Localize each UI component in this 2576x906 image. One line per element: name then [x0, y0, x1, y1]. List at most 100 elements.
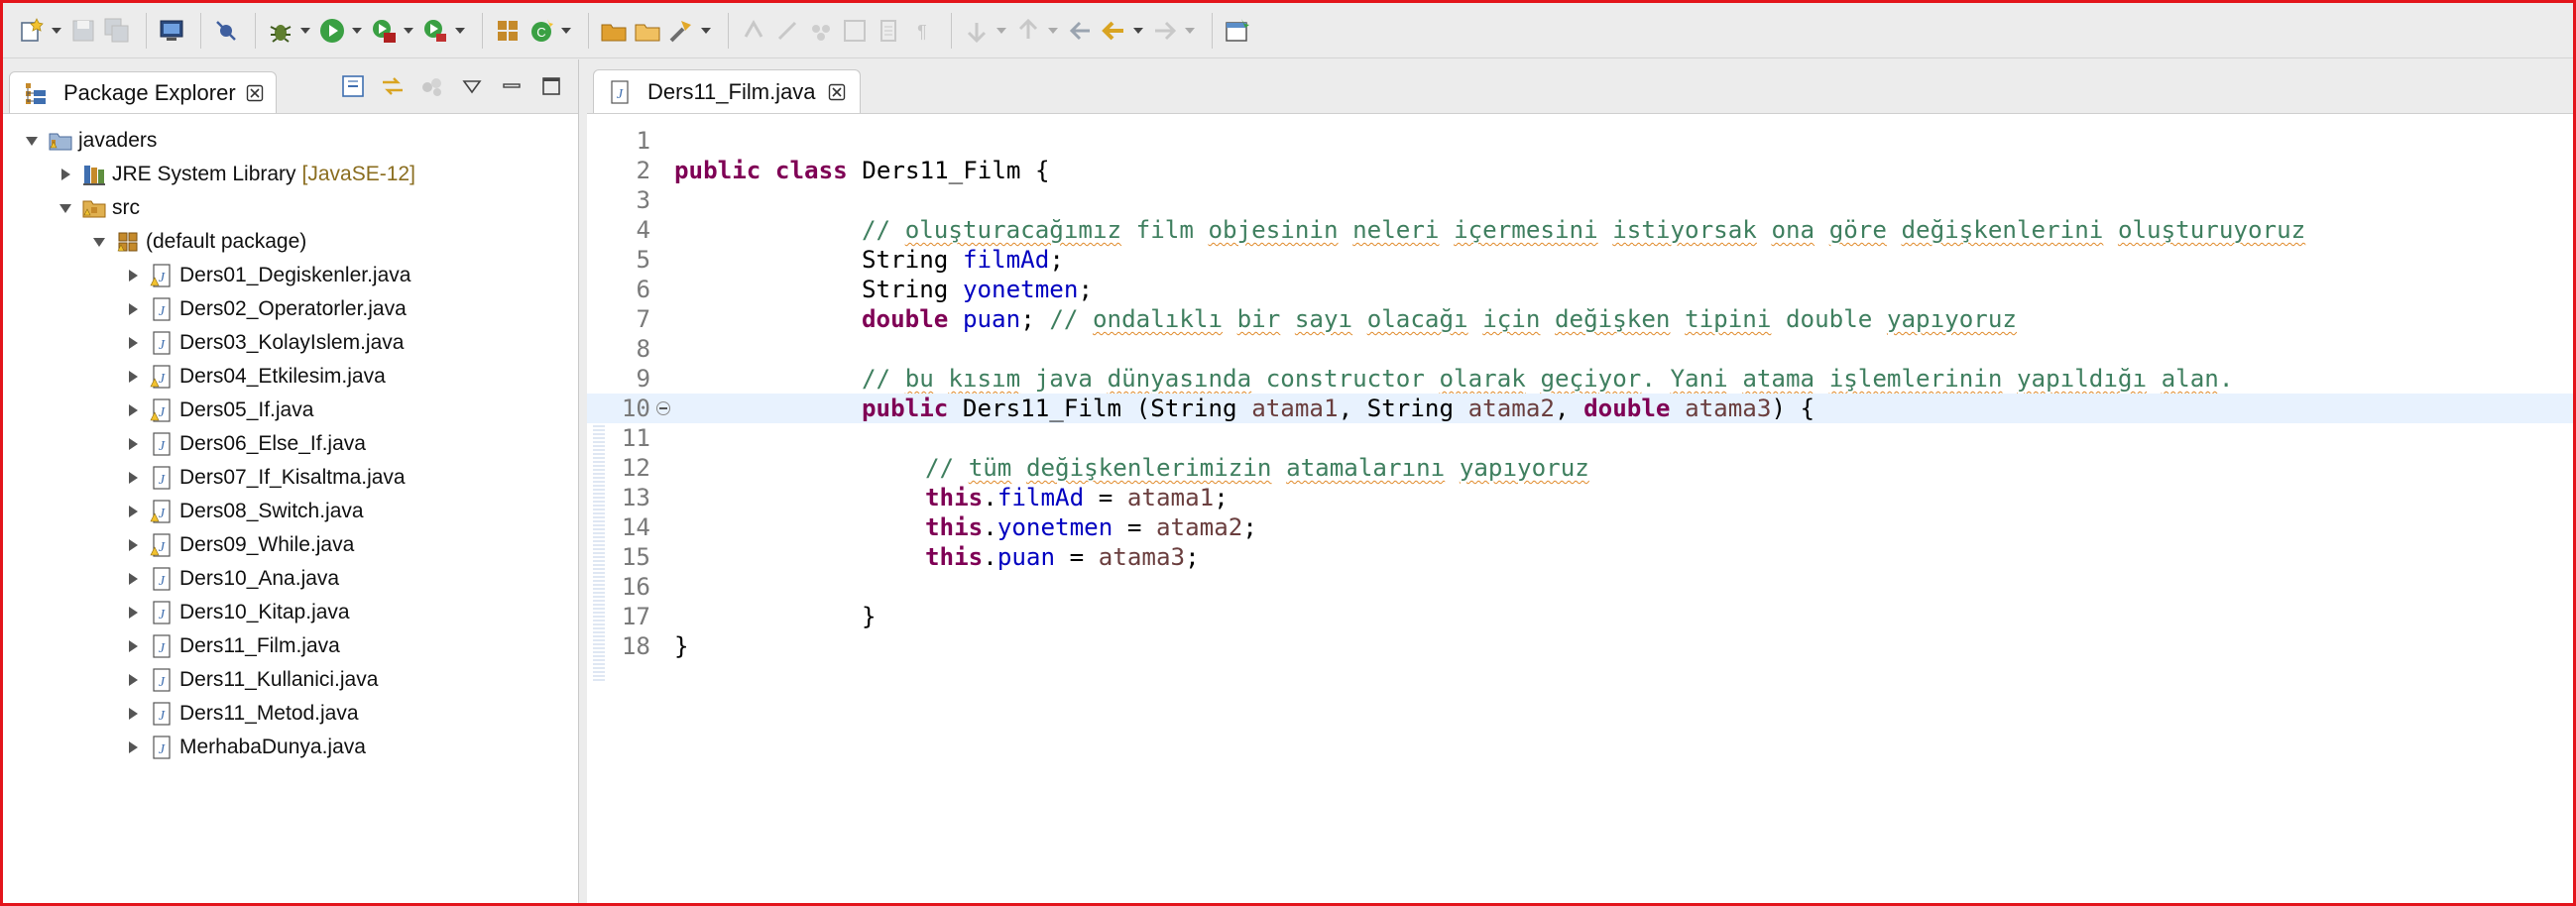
tree-java-file[interactable]: J Ders01_Degiskenler.java — [3, 259, 578, 292]
new-dropdown-icon[interactable] — [51, 14, 62, 48]
focus-on-active-task-icon[interactable] — [415, 69, 449, 103]
collapsed-arrow-icon[interactable] — [124, 368, 142, 386]
code-line-10[interactable]: 10 public Ders11_Film (String atama1, Str… — [587, 394, 2573, 423]
terminal-icon[interactable] — [157, 14, 186, 48]
external-tools-icon[interactable] — [420, 14, 450, 48]
code-line-5[interactable]: 5 String filmAd; — [587, 245, 2573, 275]
collapsed-arrow-icon[interactable] — [124, 469, 142, 487]
run-dropdown-icon[interactable] — [351, 14, 363, 48]
word-wrap-icon[interactable] — [874, 14, 903, 48]
open-task-icon[interactable] — [633, 14, 662, 48]
tree-java-file[interactable]: J Ders02_Operatorler.java — [3, 292, 578, 326]
tree-project-javaders[interactable]: javaders — [3, 124, 578, 158]
minimize-icon[interactable] — [495, 69, 528, 103]
collapsed-arrow-icon[interactable] — [124, 503, 142, 520]
tree-jre-library[interactable]: JRE System Library [JavaSE-12] — [3, 158, 578, 191]
debug-dropdown-icon[interactable] — [299, 14, 311, 48]
collapsed-arrow-icon[interactable] — [124, 604, 142, 622]
code-line-16[interactable]: 16 — [587, 572, 2573, 602]
forward-icon[interactable] — [1150, 14, 1180, 48]
tab-ders11-film[interactable]: J Ders11_Film.java — [593, 69, 861, 113]
expanded-arrow-icon[interactable] — [90, 233, 108, 251]
code-line-2[interactable]: 2 public class Ders11_Film { — [587, 156, 2573, 185]
next-annotation-dropdown-icon[interactable] — [995, 14, 1007, 48]
collapsed-arrow-icon[interactable] — [124, 334, 142, 352]
code-line-3[interactable]: 3 — [587, 185, 2573, 215]
tree-java-file[interactable]: J Ders04_Etkilesim.java — [3, 360, 578, 394]
code-line-4[interactable]: 4 // oluşturacağımız film objesinin neler… — [587, 215, 2573, 245]
tree-java-file[interactable]: J Ders06_Else_If.java — [3, 427, 578, 461]
coverage-dropdown-icon[interactable] — [403, 14, 414, 48]
previous-annotation-icon[interactable] — [1013, 14, 1043, 48]
collapsed-arrow-icon[interactable] — [57, 166, 74, 183]
last-edit-location-icon[interactable] — [1065, 14, 1095, 48]
tree-java-file[interactable]: J Ders11_Metod.java — [3, 697, 578, 731]
tab-package-explorer[interactable]: Package Explorer — [9, 71, 277, 113]
code-line-17[interactable]: 17} — [587, 602, 2573, 631]
tree-java-file[interactable]: J Ders05_If.java — [3, 394, 578, 427]
fold-collapse-icon[interactable] — [656, 401, 670, 415]
collapsed-arrow-icon[interactable] — [124, 671, 142, 689]
code-line-7[interactable]: 7 double puan; // ondalıklı bir sayı olac… — [587, 304, 2573, 334]
search-icon[interactable] — [666, 14, 696, 48]
toggle-mark-occurrences-icon[interactable] — [739, 14, 768, 48]
collapsed-arrow-icon[interactable] — [124, 300, 142, 318]
previous-annotation-dropdown-icon[interactable] — [1047, 14, 1059, 48]
tree-java-file[interactable]: J Ders08_Switch.java — [3, 495, 578, 528]
debug-icon[interactable] — [266, 14, 295, 48]
show-whitespace-icon[interactable] — [806, 14, 836, 48]
perspective-icon[interactable] — [1223, 14, 1252, 48]
format-icon[interactable] — [840, 14, 870, 48]
view-menu-icon[interactable] — [455, 69, 489, 103]
back-dropdown-icon[interactable] — [1132, 14, 1144, 48]
next-annotation-icon[interactable] — [962, 14, 992, 48]
code-line-15[interactable]: 15 this.puan = atama3; — [587, 542, 2573, 572]
collapsed-arrow-icon[interactable] — [124, 738, 142, 756]
skip-breakpoints-icon[interactable] — [211, 14, 241, 48]
link-with-editor-icon[interactable] — [376, 69, 410, 103]
code-line-9[interactable]: 9 // bu kısım java dünyasında constructor… — [587, 364, 2573, 394]
search-dropdown-icon[interactable] — [700, 14, 712, 48]
tree-java-file[interactable]: J Ders11_Film.java — [3, 629, 578, 663]
collapsed-arrow-icon[interactable] — [124, 705, 142, 723]
new-java-class-icon[interactable]: C — [527, 14, 556, 48]
toggle-block-selection-icon[interactable] — [772, 14, 802, 48]
tree-java-file[interactable]: J Ders11_Kullanici.java — [3, 663, 578, 697]
tree-java-file[interactable]: J Ders07_If_Kisaltma.java — [3, 461, 578, 495]
save-all-icon[interactable] — [102, 14, 132, 48]
code-line-8[interactable]: 8 — [587, 334, 2573, 364]
maximize-icon[interactable] — [534, 69, 568, 103]
tree-java-file[interactable]: J Ders10_Ana.java — [3, 562, 578, 596]
tree-default-package[interactable]: (default package) — [3, 225, 578, 259]
tree-java-file[interactable]: J Ders03_KolayIslem.java — [3, 326, 578, 360]
tree-java-file[interactable]: J MerhabaDunya.java — [3, 731, 578, 764]
forward-dropdown-icon[interactable] — [1184, 14, 1196, 48]
collapsed-arrow-icon[interactable] — [124, 267, 142, 284]
collapsed-arrow-icon[interactable] — [124, 435, 142, 453]
expanded-arrow-icon[interactable] — [23, 132, 41, 150]
tree-src-folder[interactable]: src — [3, 191, 578, 225]
collapsed-arrow-icon[interactable] — [124, 637, 142, 655]
close-icon[interactable] — [828, 83, 846, 101]
code-line-1[interactable]: 1 — [587, 126, 2573, 156]
back-icon[interactable] — [1099, 14, 1128, 48]
run-icon[interactable] — [317, 14, 347, 48]
code-line-13[interactable]: 13 this.filmAd = atama1; — [587, 483, 2573, 512]
collapsed-arrow-icon[interactable] — [124, 401, 142, 419]
code-line-12[interactable]: 12 // tüm değişkenlerimizin atamalarını y… — [587, 453, 2573, 483]
new-icon[interactable] — [17, 14, 47, 48]
code-line-11[interactable]: 11 — [587, 423, 2573, 453]
external-tools-dropdown-icon[interactable] — [454, 14, 466, 48]
pilcrow-icon[interactable]: ¶ — [907, 14, 937, 48]
code-line-14[interactable]: 14 this.yonetmen = atama2; — [587, 512, 2573, 542]
new-java-package-icon[interactable] — [493, 14, 523, 48]
open-type-icon[interactable] — [599, 14, 629, 48]
tree-java-file[interactable]: J Ders10_Kitap.java — [3, 596, 578, 629]
expanded-arrow-icon[interactable] — [57, 199, 74, 217]
code-line-6[interactable]: 6 String yonetmen; — [587, 275, 2573, 304]
coverage-icon[interactable] — [369, 14, 399, 48]
close-icon[interactable] — [246, 84, 264, 102]
collapse-all-icon[interactable] — [336, 69, 370, 103]
collapsed-arrow-icon[interactable] — [124, 536, 142, 554]
code-editor[interactable]: 1 2 public class Ders11_Film { 3 4 // oluş… — [587, 114, 2573, 903]
